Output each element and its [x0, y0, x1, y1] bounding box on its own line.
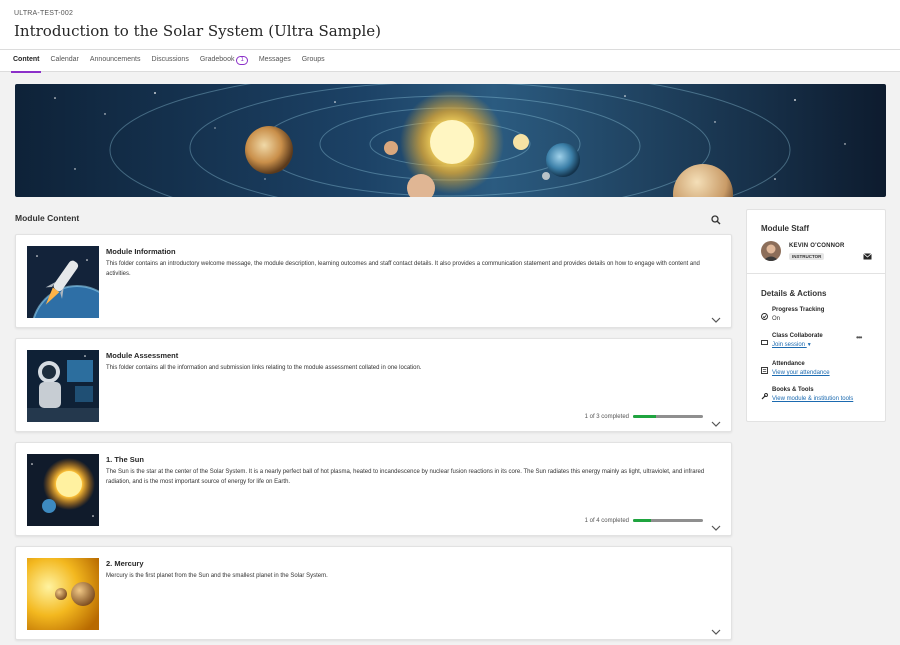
progress-tracking-value: On: [772, 316, 781, 322]
tab-gradebook[interactable]: Gradebook 1: [200, 50, 248, 72]
course-header: ULTRA-TEST-002 Introduction to the Solar…: [0, 0, 900, 50]
module-content-title: Module Content: [15, 213, 80, 223]
module-content-header: Module Content: [15, 213, 721, 225]
attendance-icon: [761, 361, 768, 374]
rocket-launch-thumbnail: [27, 246, 99, 318]
course-title: Introduction to the Solar System (Ultra …: [14, 22, 382, 40]
class-collaborate-label: Class Collaborate: [772, 333, 823, 339]
chevron-down-icon[interactable]: [711, 519, 721, 531]
more-options-icon[interactable]: •••: [856, 333, 862, 342]
tab-label: Groups: [301, 56, 325, 63]
details-sidebar: Module Staff KEVIN O'CONNOR INSTRUCTOR D…: [746, 209, 886, 422]
module-item-title[interactable]: 1. The Sun: [106, 455, 144, 464]
tab-label: Discussions: [151, 56, 189, 63]
progress-fill: [633, 519, 651, 522]
tab-label: Announcements: [89, 56, 141, 63]
module-item-title[interactable]: Module Assessment: [106, 351, 178, 360]
chevron-down-icon[interactable]: [711, 311, 721, 323]
view-tools-link[interactable]: View module & institution tools: [772, 396, 853, 402]
module-item-description: Mercury is the first planet from the Sun…: [106, 573, 328, 579]
join-session-label: Join session: [772, 342, 806, 348]
tab-messages[interactable]: Messages: [259, 50, 291, 72]
tab-announcements[interactable]: Announcements: [90, 50, 141, 72]
tab-groups[interactable]: Groups: [302, 50, 325, 72]
progress-text: 1 of 4 completed: [584, 518, 629, 524]
mercury-thumbnail: [27, 558, 99, 630]
tab-label: Calendar: [50, 56, 79, 63]
wrench-icon: [761, 387, 768, 400]
staff-name[interactable]: KEVIN O'CONNOR: [789, 243, 845, 249]
message-icon[interactable]: [863, 247, 872, 260]
module-item-title[interactable]: Module Information: [106, 247, 176, 256]
attendance-label: Attendance: [772, 361, 805, 367]
check-circle-icon: [761, 307, 768, 320]
progress-tracking-label: Progress Tracking: [772, 307, 825, 313]
module-item-card[interactable]: 1. The Sun The Sun is the star at the ce…: [15, 442, 732, 536]
module-item-card[interactable]: Module Assessment This folder contains a…: [15, 338, 732, 432]
progress-bar: [633, 415, 703, 418]
chevron-down-icon[interactable]: [711, 415, 721, 427]
join-session-link[interactable]: Join session ▼: [772, 342, 812, 348]
chevron-down-icon: ▼: [806, 342, 812, 348]
sidebar-divider: [747, 273, 885, 274]
module-item-card[interactable]: Module Information This folder contains …: [15, 234, 732, 328]
tab-label: Content: [13, 56, 40, 63]
video-icon: [761, 333, 768, 345]
course-tabs: Content Calendar Announcements Discussio…: [0, 50, 900, 73]
progress-fill: [633, 415, 657, 418]
details-actions-heading: Details & Actions: [761, 289, 827, 298]
progress-text: 1 of 3 completed: [584, 414, 629, 420]
tab-discussions[interactable]: Discussions: [151, 50, 188, 72]
tab-label: Gradebook: [199, 56, 235, 63]
staff-role-badge: INSTRUCTOR: [789, 253, 825, 260]
tab-content[interactable]: Content: [10, 50, 42, 73]
module-item-description: This folder contains an introductory wel…: [106, 261, 700, 277]
sun-thumbnail: [27, 454, 99, 526]
search-icon[interactable]: [711, 212, 721, 225]
course-code: ULTRA-TEST-002: [14, 10, 74, 17]
module-staff-heading: Module Staff: [761, 224, 809, 233]
module-item-title[interactable]: 2. Mercury: [106, 559, 144, 568]
books-tools-label: Books & Tools: [772, 387, 814, 393]
tab-calendar[interactable]: Calendar: [50, 50, 78, 72]
astronaut-thumbnail: [27, 350, 99, 422]
module-item-description: The Sun is the star at the center of the…: [106, 469, 705, 485]
module-item-description: This folder contains all the information…: [106, 365, 422, 371]
avatar[interactable]: [761, 241, 781, 261]
gradebook-badge: 1: [236, 56, 248, 65]
module-item-card[interactable]: 2. Mercury Mercury is the first planet f…: [15, 546, 732, 640]
tab-label: Messages: [258, 56, 291, 63]
chevron-down-icon[interactable]: [711, 623, 721, 635]
view-attendance-link[interactable]: View your attendance: [772, 370, 830, 376]
progress-bar: [633, 519, 703, 522]
course-banner-image: [15, 84, 886, 197]
